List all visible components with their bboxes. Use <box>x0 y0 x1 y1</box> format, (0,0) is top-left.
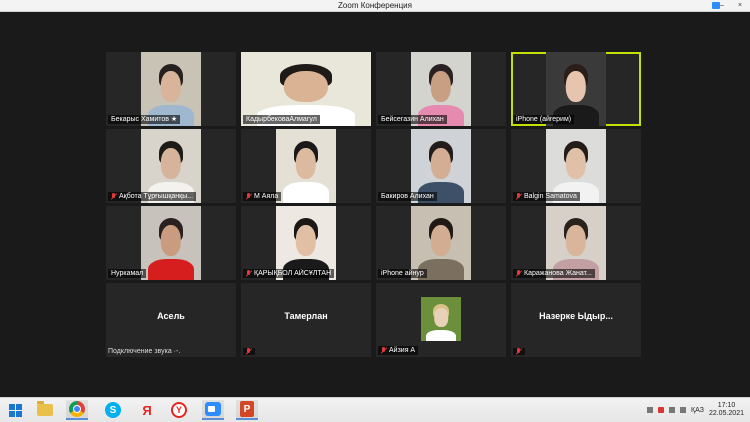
window-controls: – × <box>716 0 746 11</box>
clock[interactable]: 17:10 22.05.2021 <box>709 402 744 418</box>
taskbar-powerpoint[interactable]: P <box>236 400 258 420</box>
muted-mic-icon <box>246 270 252 277</box>
muted-mic-icon <box>246 193 252 200</box>
muted-mic-icon <box>516 193 522 200</box>
antivirus-icon[interactable] <box>658 407 665 413</box>
skype-icon: S <box>105 402 121 418</box>
participant-name-tag: Айзия А <box>378 346 419 355</box>
profile-photo <box>421 297 461 341</box>
participant-tile[interactable]: ҚАРЫҚБОЛ АЙСҰЛТАН <box>241 206 371 280</box>
language-indicator[interactable]: ҚАЗ <box>691 407 704 414</box>
yandex-browser-icon: Y <box>171 402 187 418</box>
participant-video <box>141 206 201 280</box>
audio-status-label: Подключение звука ·-. <box>108 348 181 355</box>
participant-tile[interactable]: Назерке Ыдыр... <box>511 283 641 357</box>
participant-name: М Аяла <box>254 193 279 200</box>
participant-name-tag: iPhone айнур <box>378 269 427 278</box>
taskbar-skype[interactable]: S <box>102 400 124 420</box>
participant-name: Balgin Samatova <box>524 193 577 200</box>
clock-time: 17:10 <box>717 402 736 409</box>
window-title-bar: Zoom Конференция – × <box>0 0 750 12</box>
zoom-icon <box>205 402 221 416</box>
powerpoint-icon: P <box>240 401 254 417</box>
participant-name: iPhone (айгерим) <box>516 116 572 123</box>
start-button[interactable] <box>4 400 26 420</box>
chevron-up-icon[interactable] <box>647 407 654 413</box>
participant-tile[interactable]: Balgin Samatova <box>511 129 641 203</box>
network-icon[interactable] <box>669 407 676 413</box>
muted-mic-icon <box>516 270 522 277</box>
muted-mic-icon <box>381 347 387 354</box>
participant-display-name: Назерке Ыдыр... <box>539 311 613 321</box>
participant-name: Айзия А <box>389 347 416 354</box>
participant-tile[interactable]: М Аяла <box>241 129 371 203</box>
taskbar-yandex-browser[interactable]: Y <box>168 400 190 420</box>
participant-name: Ақбота Тұрғышқанқы... <box>119 193 194 200</box>
participant-name: ҚАРЫҚБОЛ АЙСҰЛТАН <box>254 270 332 277</box>
participant-name: Бекарыс Хамитов ★ <box>111 116 178 123</box>
participant-name-tag: iPhone (айгерим) <box>513 115 575 124</box>
windows-logo-icon <box>8 403 22 417</box>
participant-name-tag: Каражанова Жанат... <box>513 269 595 278</box>
participant-tile[interactable]: Асель Подключение звука ·-. <box>106 283 236 357</box>
participant-name: Бакиров Алихан <box>381 193 434 200</box>
participant-name: Каражанова Жанат... <box>524 270 592 277</box>
participant-name: iPhone айнур <box>381 270 424 277</box>
participant-name-tag: Бекарыс Хамитов ★ <box>108 115 181 124</box>
taskbar-chrome[interactable] <box>66 400 88 420</box>
folder-icon <box>37 401 53 416</box>
participant-tile[interactable]: iPhone айнур <box>376 206 506 280</box>
participant-name-tag: КадырбековаАлмагул <box>243 115 320 124</box>
participant-tile[interactable]: Каражанова Жанат... <box>511 206 641 280</box>
participant-tile[interactable]: Ақбота Тұрғышқанқы... <box>106 129 236 203</box>
participant-tile[interactable]: Бейсегазин Алихан <box>376 52 506 126</box>
muted-mic-icon <box>111 193 117 200</box>
participant-name-tag: Бейсегазин Алихан <box>378 115 447 124</box>
taskbar-file-explorer[interactable] <box>34 400 56 420</box>
system-tray: ҚАЗ 17:10 22.05.2021 <box>647 398 744 422</box>
participant-name-tag <box>513 348 525 355</box>
participant-name: Бейсегазин Алихан <box>381 116 444 123</box>
taskbar-yandex[interactable]: Я <box>136 400 158 420</box>
participant-name: КадырбековаАлмагул <box>246 116 317 123</box>
participant-video <box>276 129 336 203</box>
participant-tile[interactable]: Тамерлан <box>241 283 371 357</box>
participant-name-tag: Бакиров Алихан <box>378 192 437 201</box>
participant-tile[interactable]: Бекарыс Хамитов ★ <box>106 52 236 126</box>
muted-mic-icon <box>246 348 252 355</box>
chrome-icon <box>69 401 85 417</box>
participant-name-tag: Ақбота Тұрғышқанқы... <box>108 192 197 201</box>
muted-mic-icon <box>516 348 522 355</box>
participant-name-tag: ҚАРЫҚБОЛ АЙСҰЛТАН <box>243 269 335 278</box>
participant-name-tag: М Аяла <box>243 192 282 201</box>
clock-date: 22.05.2021 <box>708 410 744 417</box>
participant-name-tag: Balgin Samatova <box>513 192 580 201</box>
window-title: Zoom Конференция <box>338 1 412 10</box>
taskbar-zoom[interactable] <box>202 400 224 420</box>
participant-tile[interactable]: Нуркамал <box>106 206 236 280</box>
participant-tile[interactable]: Бакиров Алихан <box>376 129 506 203</box>
participant-name: Нуркамал <box>111 270 144 277</box>
participant-display-name: Асель <box>157 311 185 321</box>
participant-name-tag <box>243 348 255 355</box>
participant-tile[interactable]: КадырбековаАлмагул <box>241 52 371 126</box>
close-icon[interactable]: × <box>734 0 746 11</box>
participant-display-name: Тамерлан <box>284 311 328 321</box>
participant-tile[interactable]: Айзия А <box>376 283 506 357</box>
yandex-icon: Я <box>142 402 152 418</box>
participant-name-tag: Нуркамал <box>108 269 147 278</box>
minimize-icon[interactable]: – <box>716 0 728 11</box>
taskbar: S Я Y P ҚАЗ 17:10 22.05.2021 <box>0 397 750 422</box>
volume-icon[interactable] <box>680 407 687 413</box>
participant-tile[interactable]: iPhone (айгерим) <box>511 52 641 126</box>
gallery-view: Бекарыс Хамитов ★ КадырбековаАлмагул Бейсе… <box>0 12 750 396</box>
